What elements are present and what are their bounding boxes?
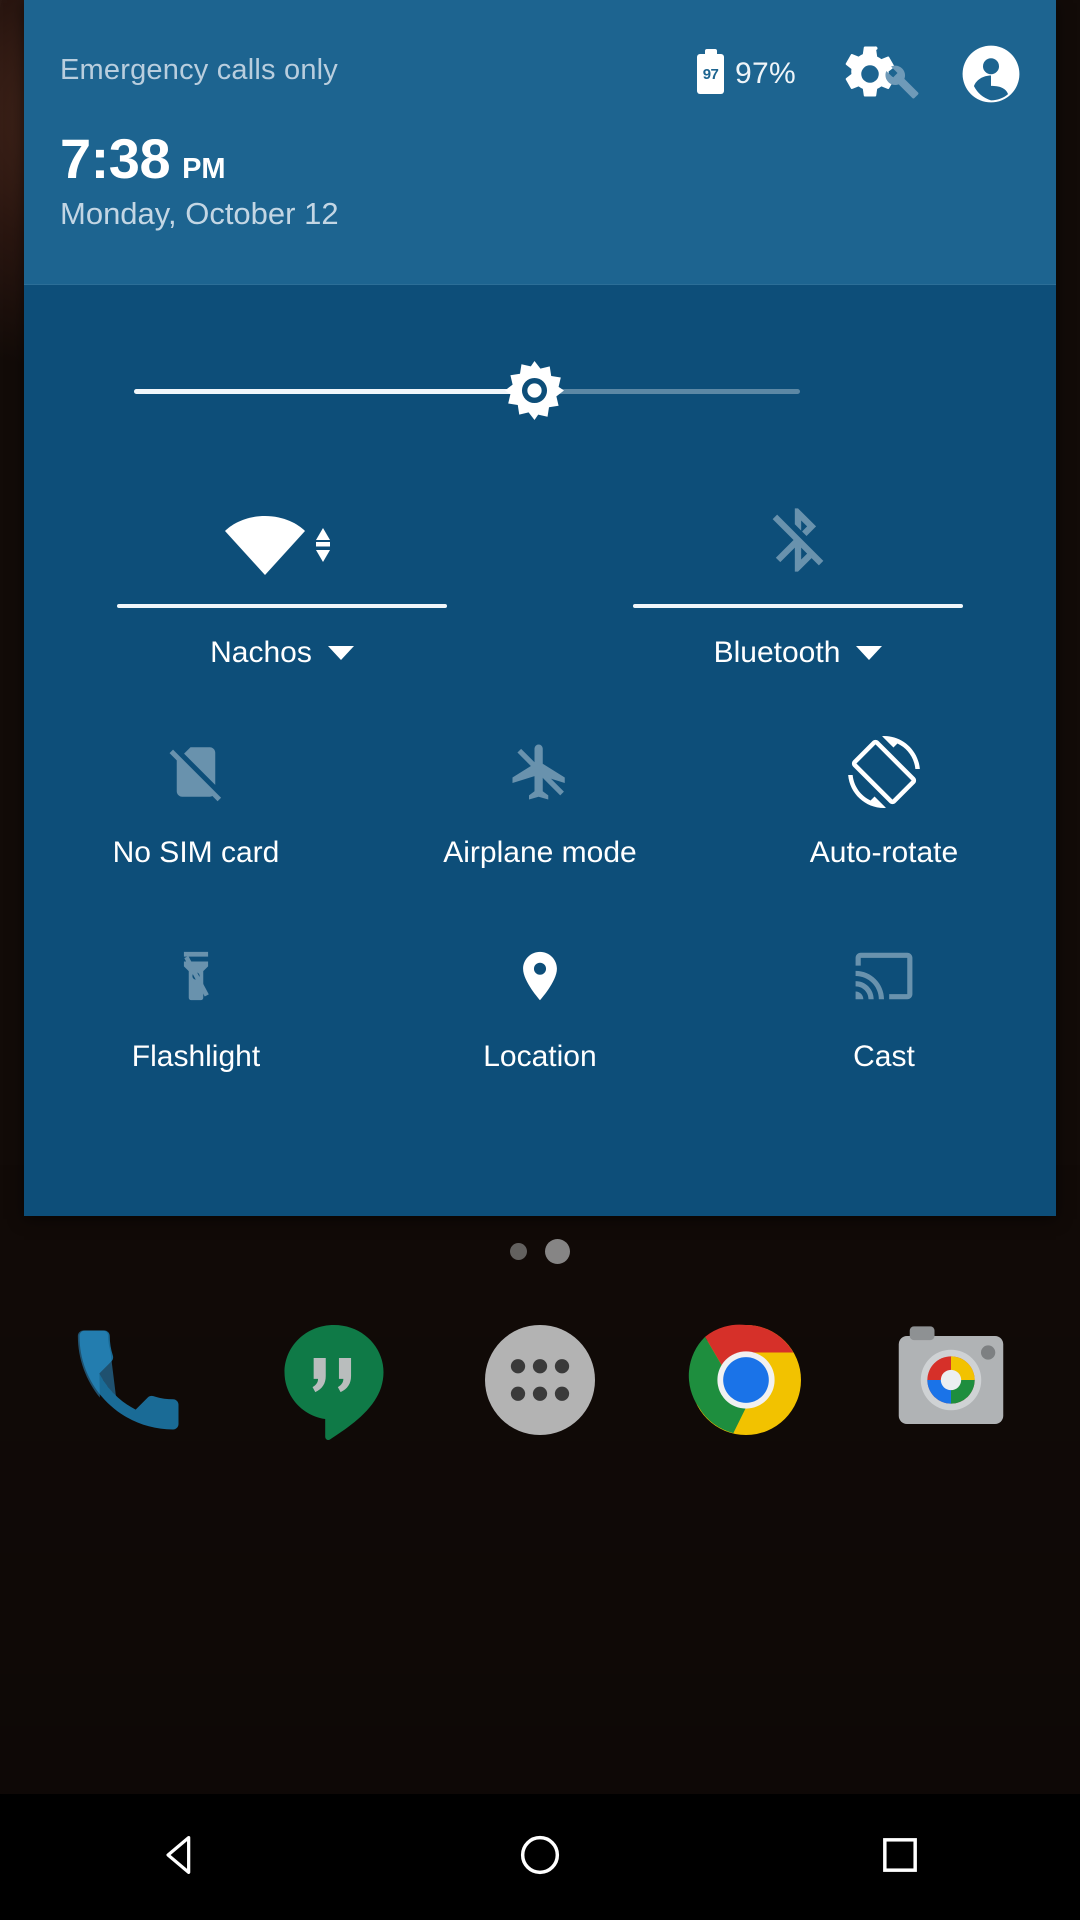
dock-item-camera[interactable] bbox=[885, 1314, 1017, 1446]
nav-recents-button[interactable] bbox=[840, 1817, 960, 1897]
dock-item-chrome[interactable] bbox=[680, 1314, 812, 1446]
brightness-fill bbox=[134, 389, 534, 394]
tile-row-2: No SIM card Airplane mode Auto-rotate bbox=[24, 724, 1056, 870]
detail-tile-row: Nachos Bluetooth bbox=[24, 480, 1056, 690]
page-dot-2-current[interactable] bbox=[545, 1238, 570, 1264]
tile-autorotate-label: Auto-rotate bbox=[809, 836, 959, 869]
chevron-down-icon[interactable] bbox=[327, 646, 354, 660]
tile-wifi[interactable]: Nachos bbox=[24, 480, 540, 690]
airplane-off-icon bbox=[368, 724, 712, 820]
header-icon-group: 97 97% bbox=[697, 42, 1022, 106]
quick-settings-panel: Emergency calls only 97 97% 7:38 PM Mond… bbox=[24, 0, 1056, 1216]
nav-home-button[interactable] bbox=[480, 1817, 600, 1897]
tile-bluetooth-label-row[interactable]: Bluetooth bbox=[540, 636, 1056, 670]
homescreen-dock bbox=[0, 1285, 1080, 1475]
battery-percent-label: 97% bbox=[735, 57, 796, 90]
user-avatar-button[interactable] bbox=[960, 43, 1022, 105]
page-dot-1[interactable] bbox=[510, 1242, 527, 1260]
clock-time: 7:38 bbox=[60, 127, 171, 190]
quick-settings-header: Emergency calls only 97 97% 7:38 PM Mond… bbox=[24, 0, 1056, 285]
tile-sim[interactable]: No SIM card bbox=[24, 724, 368, 870]
screen-rotation-icon bbox=[712, 724, 1056, 820]
account-avatar-icon bbox=[960, 45, 1022, 109]
wifi-tile-divider bbox=[117, 604, 447, 608]
chevron-down-icon[interactable] bbox=[856, 646, 883, 660]
carrier-label: Emergency calls only bbox=[60, 54, 338, 86]
quick-settings-tiles: Nachos Bluetooth No SIM card Airplane mo… bbox=[24, 480, 1056, 1074]
tile-autorotate[interactable]: Auto-rotate bbox=[712, 724, 1056, 870]
phone-handset-icon bbox=[63, 1330, 195, 1450]
homescreen-page-indicator bbox=[0, 1216, 1080, 1286]
tile-airplane[interactable]: Airplane mode bbox=[368, 724, 712, 870]
chrome-browser-icon bbox=[680, 1324, 812, 1450]
dock-item-hangouts[interactable] bbox=[268, 1314, 400, 1446]
camera-icon bbox=[885, 1326, 1017, 1450]
brightness-slider[interactable] bbox=[24, 285, 1056, 510]
hangouts-quote-bubble-icon bbox=[268, 1325, 400, 1450]
settings-button[interactable] bbox=[840, 42, 936, 106]
tile-row-3: Flashlight Location Cast bbox=[24, 928, 1056, 1074]
dock-item-phone[interactable] bbox=[63, 1314, 195, 1446]
tile-wifi-label: Nachos bbox=[210, 636, 312, 669]
tile-location-label: Location bbox=[483, 1040, 597, 1073]
tile-bluetooth[interactable]: Bluetooth bbox=[540, 480, 1056, 690]
tile-wifi-label-row[interactable]: Nachos bbox=[24, 636, 540, 670]
brightness-sun-icon bbox=[505, 361, 564, 424]
nav-back-button[interactable] bbox=[120, 1817, 240, 1897]
bluetooth-tile-divider bbox=[633, 604, 963, 608]
recents-square-icon bbox=[874, 1829, 926, 1886]
cast-screen-icon bbox=[712, 928, 1056, 1024]
tile-flashlight-label: Flashlight bbox=[131, 1040, 261, 1073]
flashlight-off-icon bbox=[24, 928, 368, 1024]
location-pin-icon bbox=[368, 928, 712, 1024]
tile-bluetooth-label: Bluetooth bbox=[713, 636, 841, 669]
wifi-full-signal-icon bbox=[24, 480, 540, 600]
bluetooth-disabled-icon bbox=[540, 480, 1056, 600]
sim-card-off-icon bbox=[24, 724, 368, 820]
battery-icon-level: 97 bbox=[702, 65, 719, 83]
home-circle-icon bbox=[514, 1829, 566, 1886]
brightness-thumb[interactable] bbox=[505, 361, 564, 420]
tile-cast-label: Cast bbox=[853, 1040, 915, 1073]
battery-icon: 97 bbox=[697, 54, 725, 94]
battery-status: 97 97% bbox=[697, 54, 796, 94]
tile-sim-label: No SIM card bbox=[112, 836, 280, 869]
tile-flashlight[interactable]: Flashlight bbox=[24, 928, 368, 1074]
clock-ampm: PM bbox=[182, 153, 226, 185]
back-triangle-icon bbox=[154, 1829, 206, 1886]
date-label: Monday, October 12 bbox=[60, 196, 339, 231]
tile-cast[interactable]: Cast bbox=[712, 928, 1056, 1074]
clock[interactable]: 7:38 PM bbox=[60, 126, 226, 191]
navigation-bar bbox=[0, 1794, 1080, 1920]
tile-location[interactable]: Location bbox=[368, 928, 712, 1074]
dock-item-app-drawer[interactable] bbox=[474, 1314, 606, 1446]
tile-airplane-label: Airplane mode bbox=[443, 836, 637, 869]
app-drawer-dots-icon bbox=[474, 1325, 606, 1450]
